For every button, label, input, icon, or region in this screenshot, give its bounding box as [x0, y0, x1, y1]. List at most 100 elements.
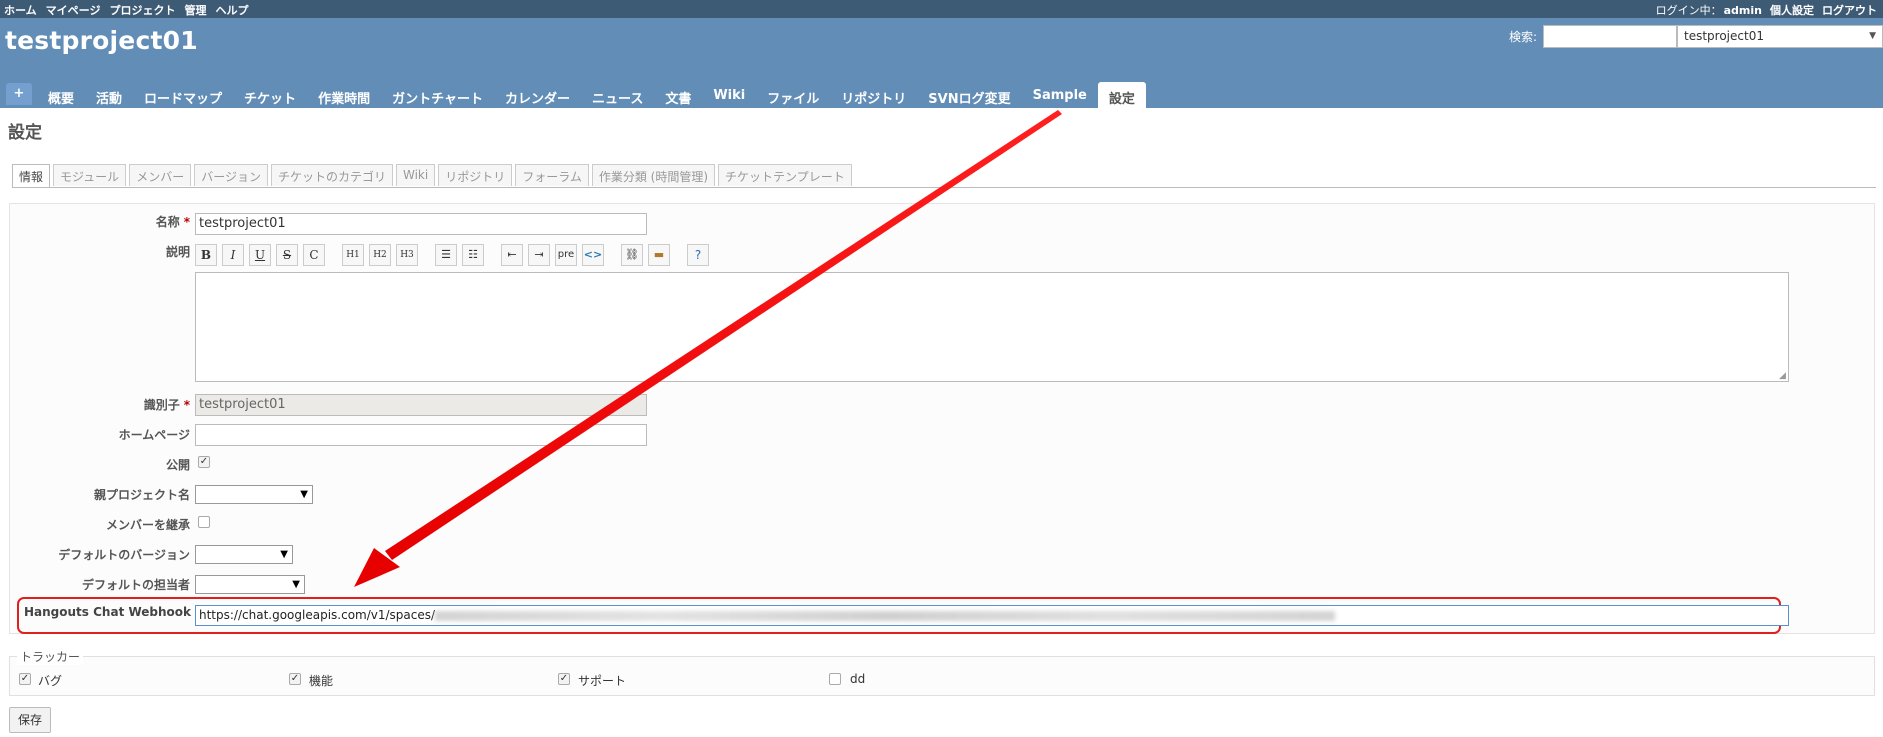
top-link-home[interactable]: ホーム: [4, 4, 37, 17]
heading1-button[interactable]: H1: [342, 244, 364, 266]
image-icon[interactable]: ▬: [648, 244, 670, 266]
tab-activities[interactable]: 作業分類 (時間管理): [591, 164, 716, 186]
unordered-list-icon[interactable]: ☰: [435, 244, 457, 266]
name-input[interactable]: testproject01: [195, 213, 647, 235]
top-link-admin[interactable]: 管理: [184, 4, 206, 17]
italic-button[interactable]: I: [222, 244, 244, 266]
menu-sample[interactable]: Sample: [1022, 82, 1098, 108]
tab-boards[interactable]: フォーラム: [515, 164, 589, 186]
top-link-help[interactable]: ヘルプ: [215, 4, 248, 17]
tracker-support-checkbox[interactable]: ✓: [558, 673, 570, 685]
top-menu-left: ホーム マイページ プロジェクト 管理 ヘルプ: [4, 2, 257, 18]
description-textarea[interactable]: [195, 272, 1789, 382]
identifier-input: testproject01: [195, 394, 647, 416]
homepage-input[interactable]: [195, 424, 647, 446]
settings-form-box: [9, 203, 1875, 634]
project-jump-select[interactable]: testproject01 ▼: [1677, 25, 1883, 48]
menu-news[interactable]: ニュース: [581, 82, 654, 108]
my-account-link[interactable]: 個人設定: [1770, 4, 1814, 17]
default-assignee-label: デフォルトの担当者: [81, 578, 190, 592]
menu-activity[interactable]: 活動: [85, 82, 133, 108]
chevron-down-icon: ▼: [1869, 31, 1876, 41]
tracker-feature-label: 機能: [309, 674, 334, 688]
tracker-dd-label: dd: [850, 672, 866, 686]
menu-time-entries[interactable]: 作業時間: [307, 82, 381, 108]
search-label: 検索:: [1509, 30, 1538, 44]
default-version-label: デフォルトのバージョン: [58, 548, 190, 562]
tab-wiki[interactable]: Wiki: [395, 164, 436, 186]
save-button[interactable]: 保存: [9, 707, 51, 733]
description-label: 説明: [165, 245, 190, 259]
default-assignee-select[interactable]: ▼: [195, 575, 305, 594]
underline-button[interactable]: U: [249, 244, 271, 266]
tracker-feature-checkbox[interactable]: ✓: [289, 673, 301, 685]
inherit-members-checkbox[interactable]: [198, 516, 210, 528]
name-label: 名称 *: [155, 215, 190, 229]
inherit-members-label: メンバーを継承: [105, 518, 190, 532]
top-link-projects[interactable]: プロジェクト: [109, 4, 175, 17]
tracker-dd-checkbox[interactable]: [829, 673, 841, 685]
project-jump-value: testproject01: [1684, 29, 1764, 43]
menu-documents[interactable]: 文書: [654, 82, 702, 108]
heading3-button[interactable]: H3: [396, 244, 418, 266]
identifier-label: 識別子 *: [143, 398, 190, 412]
tab-modules[interactable]: モジュール: [53, 164, 127, 186]
menu-wiki[interactable]: Wiki: [702, 82, 756, 108]
homepage-label: ホームページ: [118, 428, 190, 442]
help-icon[interactable]: ?: [687, 244, 709, 266]
page-title: 設定: [8, 123, 42, 143]
account-menu: ログイン中： admin 個人設定 ログアウト: [1656, 2, 1877, 18]
public-checkbox[interactable]: ✓: [198, 456, 210, 468]
strikethrough-button[interactable]: S: [276, 244, 298, 266]
resize-grip-icon[interactable]: ◢: [1779, 371, 1786, 381]
top-link-mypage[interactable]: マイページ: [46, 4, 101, 17]
menu-roadmap[interactable]: ロードマップ: [133, 82, 233, 108]
webhook-label: Hangouts Chat Webhook: [24, 605, 192, 619]
menu-files[interactable]: ファイル: [756, 82, 830, 108]
indent-right-icon[interactable]: ⇥: [528, 244, 550, 266]
tracker-support-label: サポート: [578, 674, 627, 688]
redacted-blur: [435, 610, 1336, 621]
tab-versions[interactable]: バージョン: [194, 164, 268, 186]
main-menu: + 概要 活動 ロードマップ チケット 作業時間 ガントチャート カレンダー ニ…: [0, 82, 1883, 108]
tracker-bug-checkbox[interactable]: ✓: [19, 673, 31, 685]
required-mark: *: [183, 215, 190, 229]
settings-tabs: 情報 モジュール メンバー バージョン チケットのカテゴリ Wiki リポジトリ…: [12, 164, 1876, 188]
menu-gantt[interactable]: ガントチャート: [381, 82, 494, 108]
chevron-down-icon: ▼: [292, 579, 300, 590]
menu-svn-log[interactable]: SVNログ変更: [917, 82, 1021, 108]
new-object-button[interactable]: +: [6, 83, 32, 105]
search-input[interactable]: [1543, 25, 1677, 48]
tab-members[interactable]: メンバー: [129, 164, 192, 186]
trackers-legend: トラッカー: [17, 648, 84, 665]
chevron-down-icon: ▼: [300, 489, 308, 500]
menu-settings[interactable]: 設定: [1097, 82, 1146, 108]
link-icon[interactable]: ⛓: [621, 244, 643, 266]
menu-calendar[interactable]: カレンダー: [494, 82, 581, 108]
login-user-link[interactable]: admin: [1724, 4, 1762, 17]
menu-repository[interactable]: リポジトリ: [830, 82, 917, 108]
top-menu: ホーム マイページ プロジェクト 管理 ヘルプ ログイン中： admin 個人設定 ログアウト: [0, 0, 1883, 18]
tracker-bug-label: バグ: [38, 674, 63, 688]
parent-project-select[interactable]: ▼: [195, 485, 313, 504]
logout-link[interactable]: ログアウト: [1822, 4, 1877, 17]
tab-issue-templates[interactable]: チケットテンプレート: [718, 164, 852, 186]
bold-button[interactable]: B: [195, 244, 217, 266]
pre-button[interactable]: pre: [555, 244, 577, 266]
webhook-url-input[interactable]: https://chat.googleapis.com/v1/spaces/: [195, 605, 1789, 626]
code-block-icon[interactable]: <>: [582, 244, 604, 266]
menu-overview[interactable]: 概要: [37, 82, 85, 108]
indent-left-icon[interactable]: ⇤: [501, 244, 523, 266]
tab-repositories[interactable]: リポジトリ: [438, 164, 513, 186]
code-inline-button[interactable]: C: [303, 244, 325, 266]
ordered-list-icon[interactable]: ☷: [462, 244, 484, 266]
heading2-button[interactable]: H2: [369, 244, 391, 266]
menu-issues[interactable]: チケット: [233, 82, 307, 108]
tab-info[interactable]: 情報: [12, 164, 51, 187]
login-text: ログイン中：: [1655, 4, 1722, 17]
tab-categories[interactable]: チケットのカテゴリ: [270, 164, 393, 186]
default-version-select[interactable]: ▼: [195, 545, 293, 564]
webhook-url-value: https://chat.googleapis.com/v1/spaces/: [199, 608, 436, 622]
required-mark: *: [183, 398, 190, 412]
project-title: testproject01: [5, 26, 198, 55]
